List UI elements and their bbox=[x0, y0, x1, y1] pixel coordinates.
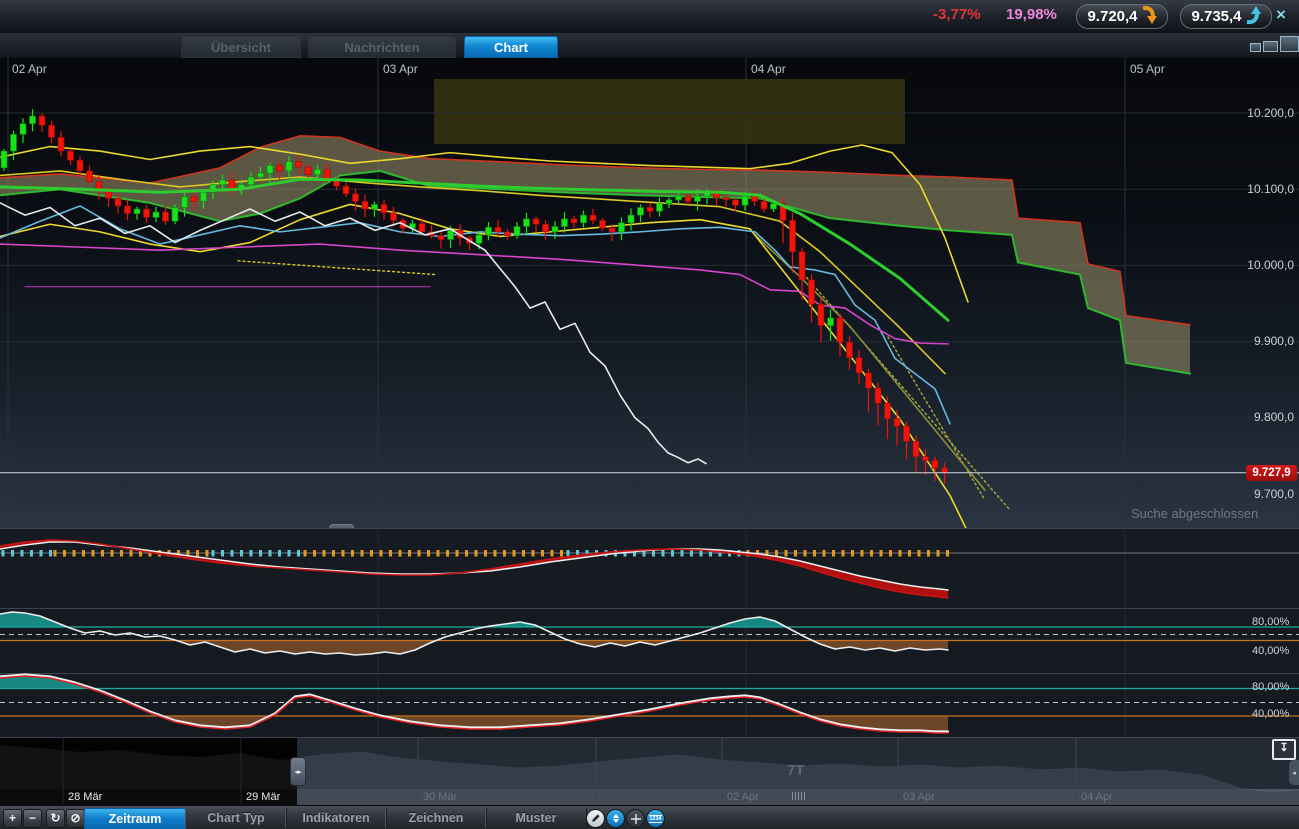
nav-right-edge-handle[interactable]: ◂ bbox=[1289, 760, 1299, 785]
panel3-low-threshold-label: 40,00% bbox=[1252, 708, 1290, 720]
nav-label-04apr: 04 Apr bbox=[1081, 791, 1113, 803]
disable-button[interactable]: ⊘ bbox=[66, 809, 85, 828]
nav-label-03apr: 03 Apr bbox=[903, 791, 935, 803]
close-icon[interactable]: × bbox=[1276, 5, 1286, 25]
price-down-arrow-icon bbox=[1142, 5, 1157, 29]
left-right-arrows-icon: ◂▸ bbox=[294, 768, 302, 776]
ichimoku-cloud bbox=[0, 135, 1190, 374]
menu-zeichnen[interactable]: Zeichnen bbox=[385, 808, 487, 828]
overlay-olive-solid bbox=[754, 234, 986, 491]
top-bar: -3,77% 19,98% 9.720,4 9.735,4 × bbox=[0, 0, 1299, 34]
buy-price-value: 9.735,4 bbox=[1191, 8, 1242, 25]
overlay-dotted-yellow bbox=[237, 260, 436, 276]
sell-price-button[interactable]: 9.720,4 bbox=[1076, 4, 1168, 29]
nav-range-handle[interactable]: ◂▸ bbox=[290, 757, 306, 786]
menu-zeitraum[interactable]: Zeitraum bbox=[84, 808, 186, 829]
y-tick-9700: 9.700,0 bbox=[1253, 487, 1294, 501]
layout-small-icon[interactable] bbox=[1250, 43, 1261, 52]
values-1234-icon[interactable]: 1234 bbox=[646, 809, 665, 828]
current-price-badge: 9.727,9 bbox=[1246, 465, 1297, 481]
overlay-white-zigzag bbox=[0, 202, 707, 465]
annotation-rectangle bbox=[434, 79, 905, 144]
overlay-magenta-ma bbox=[0, 243, 949, 345]
panel2-low-threshold-label: 40,00% bbox=[1252, 645, 1290, 657]
panel2-high-threshold-label: 80,00% bbox=[1252, 616, 1290, 628]
stochastic-slow-panel-canvas[interactable] bbox=[0, 673, 1299, 737]
main-chart-canvas[interactable] bbox=[0, 58, 1299, 528]
menu-chart-typ[interactable]: Chart Typ bbox=[185, 808, 287, 828]
stochastic_fast-svg bbox=[0, 608, 1299, 673]
range-percent: 19,98% bbox=[1006, 6, 1057, 23]
nav-tick-marks bbox=[792, 792, 805, 800]
macd-panel-svg bbox=[0, 528, 1299, 608]
trading-chart-window: -3,77% 19,98% 9.720,4 9.735,4 × Übersich… bbox=[0, 0, 1299, 829]
change-percent: -3,77% bbox=[933, 6, 981, 23]
status-text: Suche abgeschlossen bbox=[1131, 506, 1259, 521]
scale-updown-icon[interactable] bbox=[606, 809, 625, 828]
crosshair-icon[interactable] bbox=[626, 809, 645, 828]
range-label-7t: 7T bbox=[787, 762, 805, 779]
stochastic_slow-svg bbox=[0, 673, 1299, 737]
left-arrow-icon: ◂ bbox=[1292, 769, 1296, 777]
x-label-02apr: 02 Apr bbox=[12, 62, 47, 76]
sell-price-value: 9.720,4 bbox=[1087, 8, 1138, 25]
zoom-in-button[interactable]: + bbox=[3, 809, 22, 828]
main-chart-svg bbox=[0, 58, 1299, 528]
x-label-03apr: 03 Apr bbox=[383, 62, 418, 76]
overlay-cyan-ma bbox=[0, 205, 951, 425]
x-label-04apr: 04 Apr bbox=[751, 62, 786, 76]
tab-chart[interactable]: Chart bbox=[464, 36, 558, 58]
y-tick-10100: 10.100,0 bbox=[1247, 182, 1294, 196]
menu-muster[interactable]: Muster bbox=[485, 808, 587, 828]
layout-medium-icon[interactable] bbox=[1263, 41, 1278, 52]
x-label-05apr: 05 Apr bbox=[1130, 62, 1165, 76]
layout-large-icon[interactable] bbox=[1280, 36, 1299, 52]
pencil-icon[interactable] bbox=[586, 809, 605, 828]
price-up-arrow-icon bbox=[1246, 5, 1261, 29]
panel3-high-threshold-label: 80,00% bbox=[1252, 681, 1290, 693]
nav-label-28mar: 28 Mär bbox=[68, 791, 103, 803]
bottom-toolbar: + − ↻ ⊘ Zeitraum Chart Typ Indikatoren Z… bbox=[0, 805, 1299, 829]
nav-label-29mar: 29 Mär bbox=[246, 791, 281, 803]
stochastic-fast-panel-canvas[interactable] bbox=[0, 608, 1299, 673]
tab-bar: Übersicht Nachrichten Chart bbox=[0, 33, 1299, 59]
macd-panel-canvas[interactable] bbox=[0, 528, 1299, 608]
y-tick-10200: 10.200,0 bbox=[1247, 106, 1294, 120]
y-tick-9800: 9.800,0 bbox=[1253, 410, 1294, 424]
nav-label-02apr: 02 Apr bbox=[727, 791, 759, 803]
tab-nachrichten[interactable]: Nachrichten bbox=[308, 36, 456, 58]
refresh-button[interactable]: ↻ bbox=[46, 809, 65, 828]
menu-indikatoren[interactable]: Indikatoren bbox=[285, 808, 387, 828]
y-tick-9900: 9.900,0 bbox=[1253, 334, 1294, 348]
nav-label-30mar: 30 Mär bbox=[423, 791, 458, 803]
y-tick-10000: 10.000,0 bbox=[1247, 258, 1294, 272]
tab-uebersicht[interactable]: Übersicht bbox=[181, 36, 301, 58]
buy-price-button[interactable]: 9.735,4 bbox=[1180, 4, 1272, 29]
nav-expand-icon[interactable]: ↧ bbox=[1272, 739, 1296, 760]
zoom-out-button[interactable]: − bbox=[23, 809, 42, 828]
